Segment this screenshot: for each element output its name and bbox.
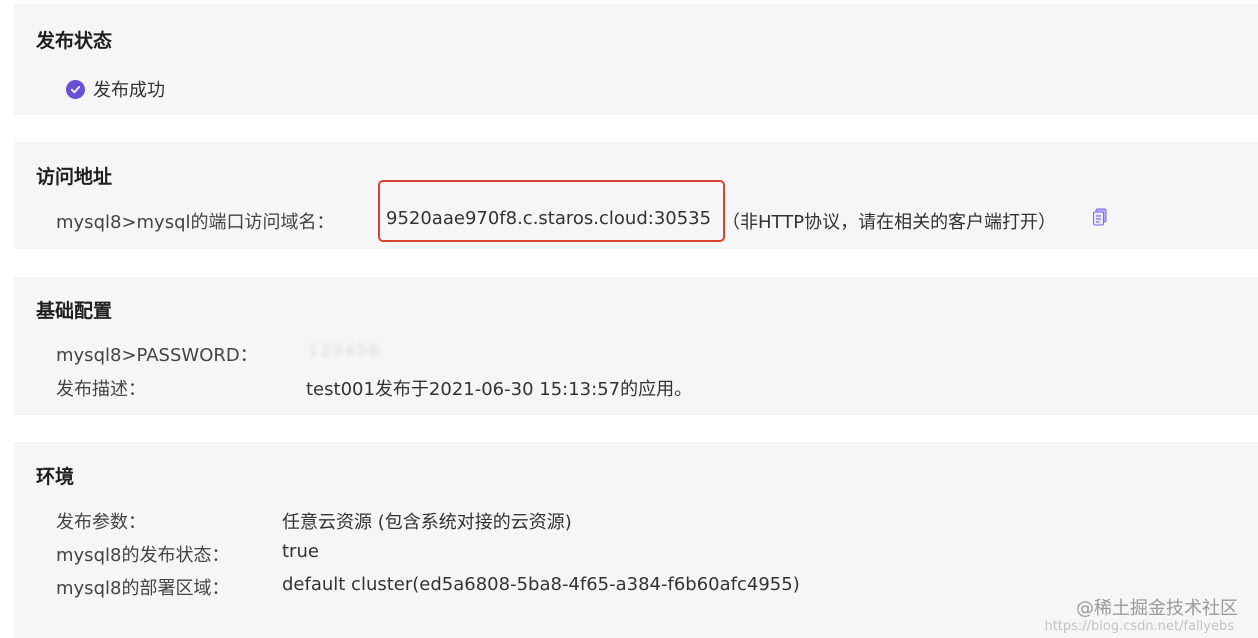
section-title: 环境 bbox=[36, 466, 75, 488]
description-label: 发布描述： bbox=[56, 379, 146, 400]
domain-value[interactable]: 9520aae970f8.c.staros.cloud:30535 bbox=[386, 208, 711, 229]
publish-param-value: 任意云资源 (包含系统对接的云资源) bbox=[282, 512, 572, 533]
description-value: test001发布于2021-06-30 15:13:57的应用。 bbox=[306, 379, 693, 400]
access-address-section: 访问地址 mysql8>mysql的端口访问域名： 9520aae970f8.c… bbox=[14, 142, 1258, 249]
deploy-region-label: mysql8的部署区域： bbox=[56, 578, 230, 599]
section-title: 基础配置 bbox=[36, 300, 113, 322]
password-label: mysql8>PASSWORD： bbox=[56, 345, 258, 366]
section-title: 访问地址 bbox=[36, 166, 113, 188]
publish-status-row: 发布成功 bbox=[66, 76, 165, 102]
section-title: 发布状态 bbox=[36, 30, 113, 52]
protocol-note: （非HTTP协议，请在相关的客户端打开） bbox=[722, 212, 1057, 233]
environment-section: 环境 发布参数： 任意云资源 (包含系统对接的云资源) mysql8的发布状态：… bbox=[14, 442, 1258, 638]
basic-config-section: 基础配置 mysql8>PASSWORD： 123456 发布描述： test0… bbox=[14, 277, 1258, 415]
domain-label: mysql8>mysql的端口访问域名： bbox=[56, 212, 335, 233]
watermark-main: @稀土掘金技术社区 bbox=[1076, 598, 1238, 619]
check-circle-icon bbox=[66, 79, 85, 99]
publish-status-section: 发布状态 发布成功 bbox=[14, 4, 1258, 115]
deploy-region-value: default cluster(ed5a6808-5ba8-4f65-a384-… bbox=[282, 574, 800, 595]
watermark-url: https://blog.csdn.net/fallyebs bbox=[1044, 619, 1234, 634]
status-text: 发布成功 bbox=[93, 80, 165, 101]
publish-param-label: 发布参数： bbox=[56, 512, 146, 533]
copy-icon[interactable] bbox=[1092, 208, 1108, 226]
publish-state-label: mysql8的发布状态： bbox=[56, 545, 230, 566]
publish-state-value: true bbox=[282, 541, 319, 562]
password-value: 123456 bbox=[308, 341, 382, 360]
